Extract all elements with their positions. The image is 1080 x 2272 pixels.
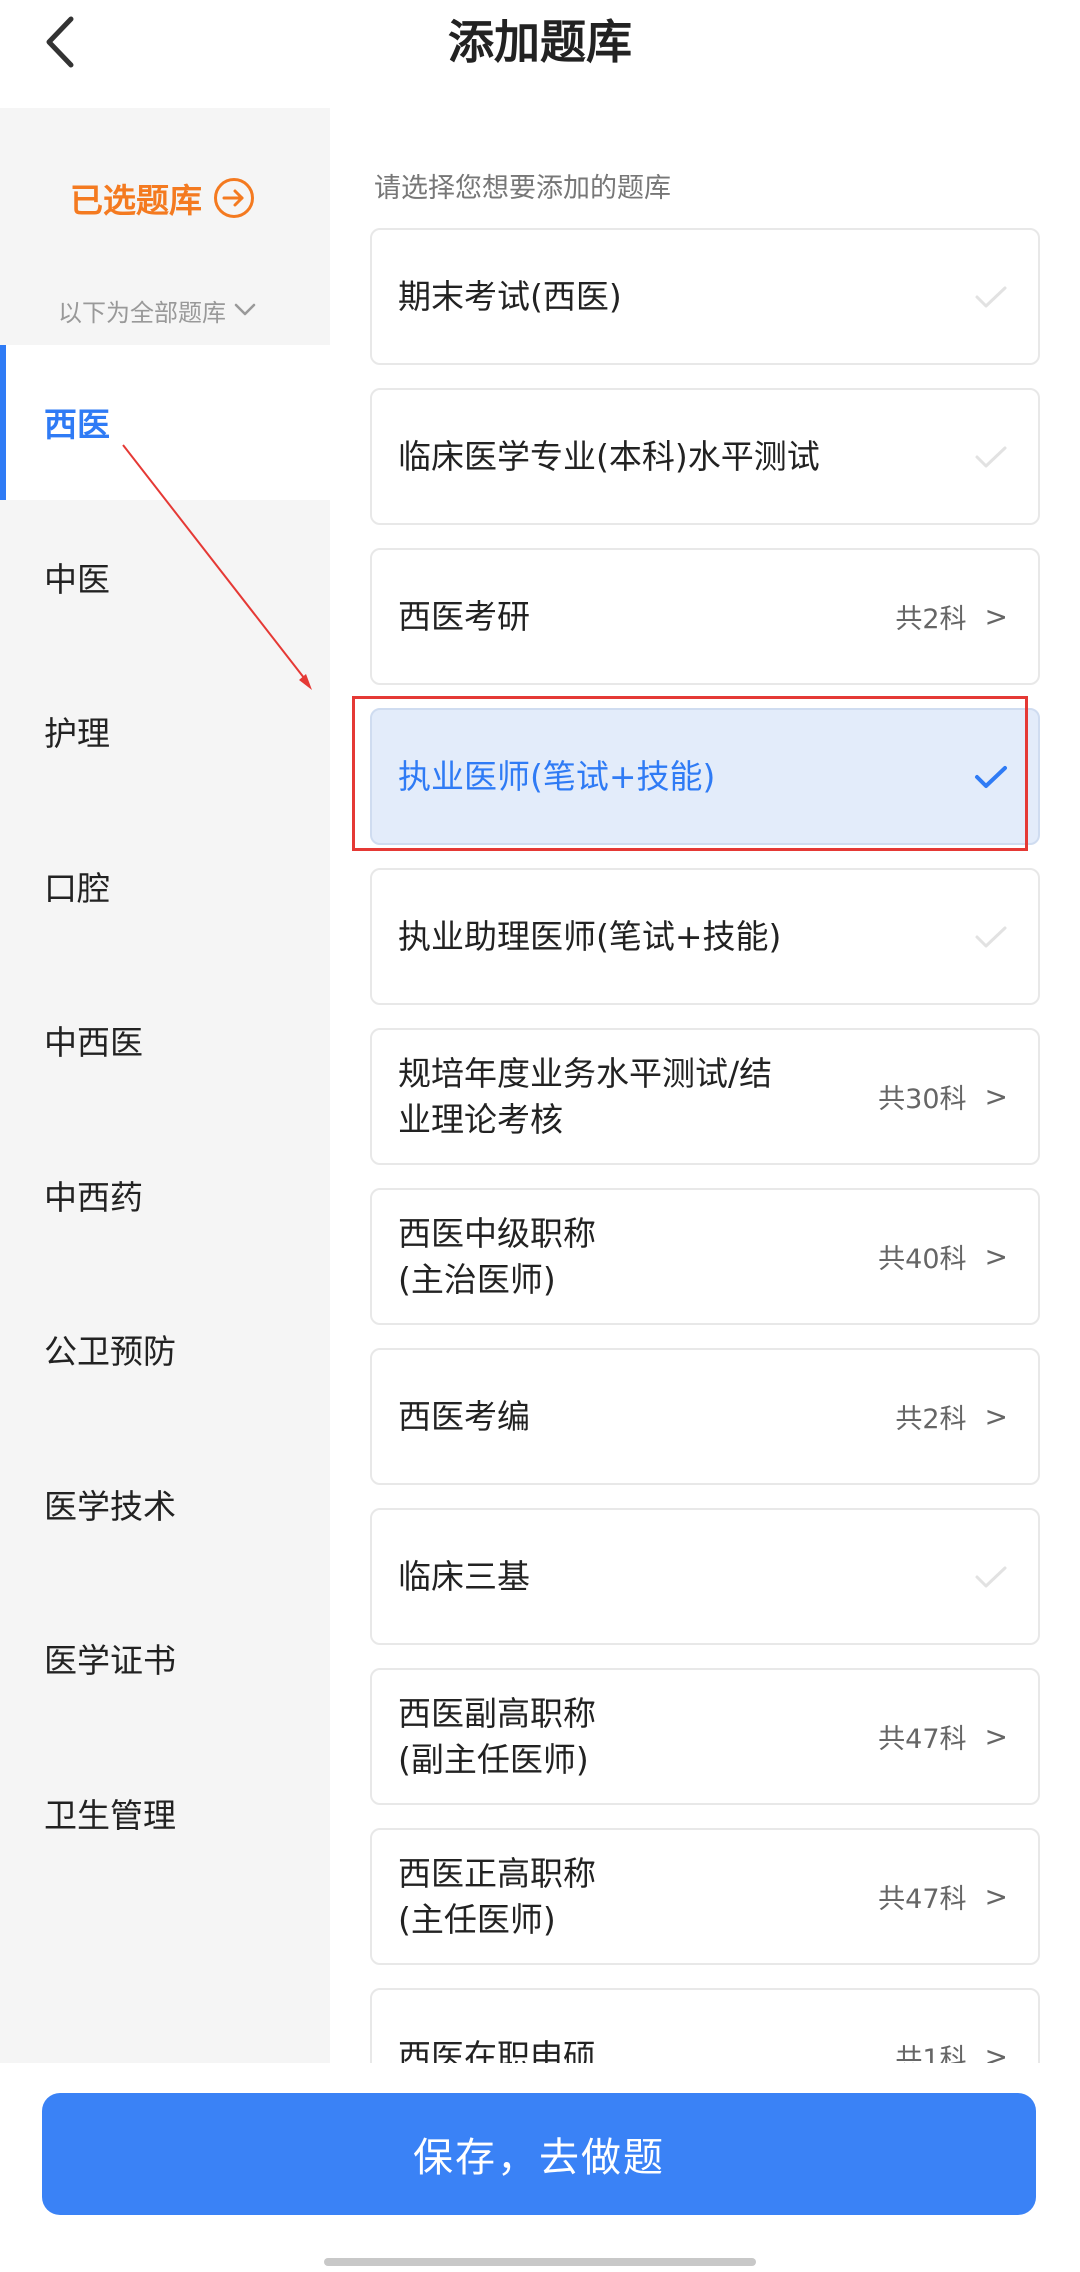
check-icon: [974, 924, 1008, 950]
sidebar-item-category[interactable]: 卫生管理: [0, 1736, 330, 1891]
category-list: 西医中医护理口腔中西医中西药公卫预防医学技术医学证书卫生管理: [0, 345, 330, 1890]
chevron-right-icon: >: [984, 1240, 1008, 1273]
chevron-right-icon: >: [984, 600, 1008, 633]
bank-card[interactable]: 西医正高职称 (主任医师) 共47科 >: [370, 1828, 1040, 1965]
check-icon: [974, 764, 1008, 790]
bank-card[interactable]: 西医考编 共2科 >: [370, 1348, 1040, 1485]
bank-card[interactable]: 西医副高职称 (副主任医师) 共47科 >: [370, 1668, 1040, 1805]
bank-card-list: 期末考试(西医) 临床医学专业(本科)水平测试 西医考研 共2科 > 执业医师(笔试+技能…: [370, 228, 1040, 2063]
bank-card-name: 西医中级职称 (主治医师): [398, 1213, 596, 1299]
bank-list-panel: 请选择您想要添加的题库 期末考试(西医) 临床医学专业(本科)水平测试 西医考研 共2…: [330, 108, 1080, 2063]
sidebar-item-category[interactable]: 医学证书: [0, 1581, 330, 1736]
chevron-right-icon: >: [984, 1720, 1008, 1753]
arrow-right-circle-icon: [214, 178, 254, 218]
bank-card-name: 执业医师(笔试+技能): [398, 756, 716, 796]
sidebar-item-category[interactable]: 中西药: [0, 1118, 330, 1273]
sidebar-item-category[interactable]: 中医: [0, 500, 330, 655]
bank-card-count: 共30科: [878, 1084, 967, 1115]
bank-card-count: 共40科: [878, 1244, 967, 1275]
sidebar-item-category[interactable]: 口腔: [0, 809, 330, 964]
all-banks-label: 以下为全部题库: [58, 298, 226, 327]
bank-card-name: 规培年度业务水平测试/结 业理论考核: [398, 1053, 773, 1139]
bottom-bar: 保存，去做题: [0, 2063, 1080, 2272]
sidebar-item-label: 医学证书: [44, 1641, 176, 1681]
category-sidebar: 已选题库 以下为全部题库 西医中医护理口腔中西医中西药公卫预防医学技术医学证书卫…: [0, 108, 330, 2063]
sidebar-item-label: 口腔: [44, 868, 110, 908]
bank-card[interactable]: 期末考试(西医): [370, 228, 1040, 365]
bank-card-name: 期末考试(西医): [398, 276, 622, 316]
sidebar-item-label: 中西药: [44, 1177, 143, 1217]
sidebar-item-label: 公卫预防: [44, 1332, 176, 1372]
bank-card-name: 西医考编: [398, 1396, 530, 1436]
bank-card[interactable]: 西医在职申硕 共1科 >: [370, 1988, 1040, 2063]
bank-card[interactable]: 西医考研 共2科 >: [370, 548, 1040, 685]
bank-card[interactable]: 临床三基: [370, 1508, 1040, 1645]
bank-card-count: 共47科: [878, 1884, 967, 1915]
bank-card-name: 执业助理医师(笔试+技能): [398, 916, 782, 956]
bank-card-name: 西医副高职称 (副主任医师): [398, 1693, 596, 1779]
sidebar-item-category[interactable]: 西医: [0, 345, 330, 500]
check-icon: [974, 284, 1008, 310]
chevron-right-icon: >: [984, 1400, 1008, 1433]
bank-card-name: 临床医学专业(本科)水平测试: [398, 436, 820, 476]
chevron-down-icon: [234, 303, 256, 317]
bank-card-count: 共2科: [895, 604, 967, 635]
chevron-right-icon: >: [984, 1880, 1008, 1913]
check-icon: [974, 444, 1008, 470]
sidebar-item-label: 医学技术: [44, 1486, 176, 1526]
home-indicator[interactable]: [324, 2258, 756, 2266]
bank-card-count: 共1科: [895, 2044, 967, 2063]
sidebar-item-label: 中医: [44, 559, 110, 599]
sidebar-item-category[interactable]: 医学技术: [0, 1427, 330, 1582]
check-icon: [974, 1564, 1008, 1590]
instruction-text: 请选择您想要添加的题库: [374, 173, 671, 204]
sidebar-item-category[interactable]: 中西医: [0, 963, 330, 1118]
bank-card[interactable]: 执业医师(笔试+技能): [370, 708, 1040, 845]
bank-card-name: 临床三基: [398, 1556, 530, 1596]
bank-card-name: 西医考研: [398, 596, 530, 636]
selected-banks-label: 已选题库: [70, 181, 202, 220]
sidebar-item-label: 西医: [44, 405, 110, 445]
bank-card-count: 共2科: [895, 1404, 967, 1435]
page-title: 添加题库: [448, 15, 632, 69]
bank-card-name: 西医正高职称 (主任医师): [398, 1853, 596, 1939]
chevron-right-icon: >: [984, 1080, 1008, 1113]
bank-card-name: 西医在职申硕: [398, 2036, 596, 2064]
sidebar-item-label: 卫生管理: [44, 1795, 176, 1835]
save-and-practice-button[interactable]: 保存，去做题: [42, 2093, 1036, 2215]
header: 添加题库: [0, 0, 1080, 108]
chevron-right-icon: >: [984, 2040, 1008, 2063]
bank-card-count: 共47科: [878, 1724, 967, 1755]
bank-card[interactable]: 执业助理医师(笔试+技能): [370, 868, 1040, 1005]
selected-banks-link[interactable]: 已选题库: [70, 168, 254, 228]
sidebar-item-category[interactable]: 护理: [0, 654, 330, 809]
bank-card[interactable]: 西医中级职称 (主治医师) 共40科 >: [370, 1188, 1040, 1325]
sidebar-item-label: 中西医: [44, 1023, 143, 1063]
all-banks-toggle[interactable]: 以下为全部题库: [58, 288, 256, 332]
sidebar-item-category[interactable]: 公卫预防: [0, 1272, 330, 1427]
app-root: 添加题库 已选题库 以下为全部题库 西医中医护理口腔中西医中西药公卫预防医学技术…: [0, 0, 1080, 2272]
bank-card[interactable]: 规培年度业务水平测试/结 业理论考核 共30科 >: [370, 1028, 1040, 1165]
sidebar-item-label: 护理: [44, 714, 110, 754]
bank-card[interactable]: 临床医学专业(本科)水平测试: [370, 388, 1040, 525]
